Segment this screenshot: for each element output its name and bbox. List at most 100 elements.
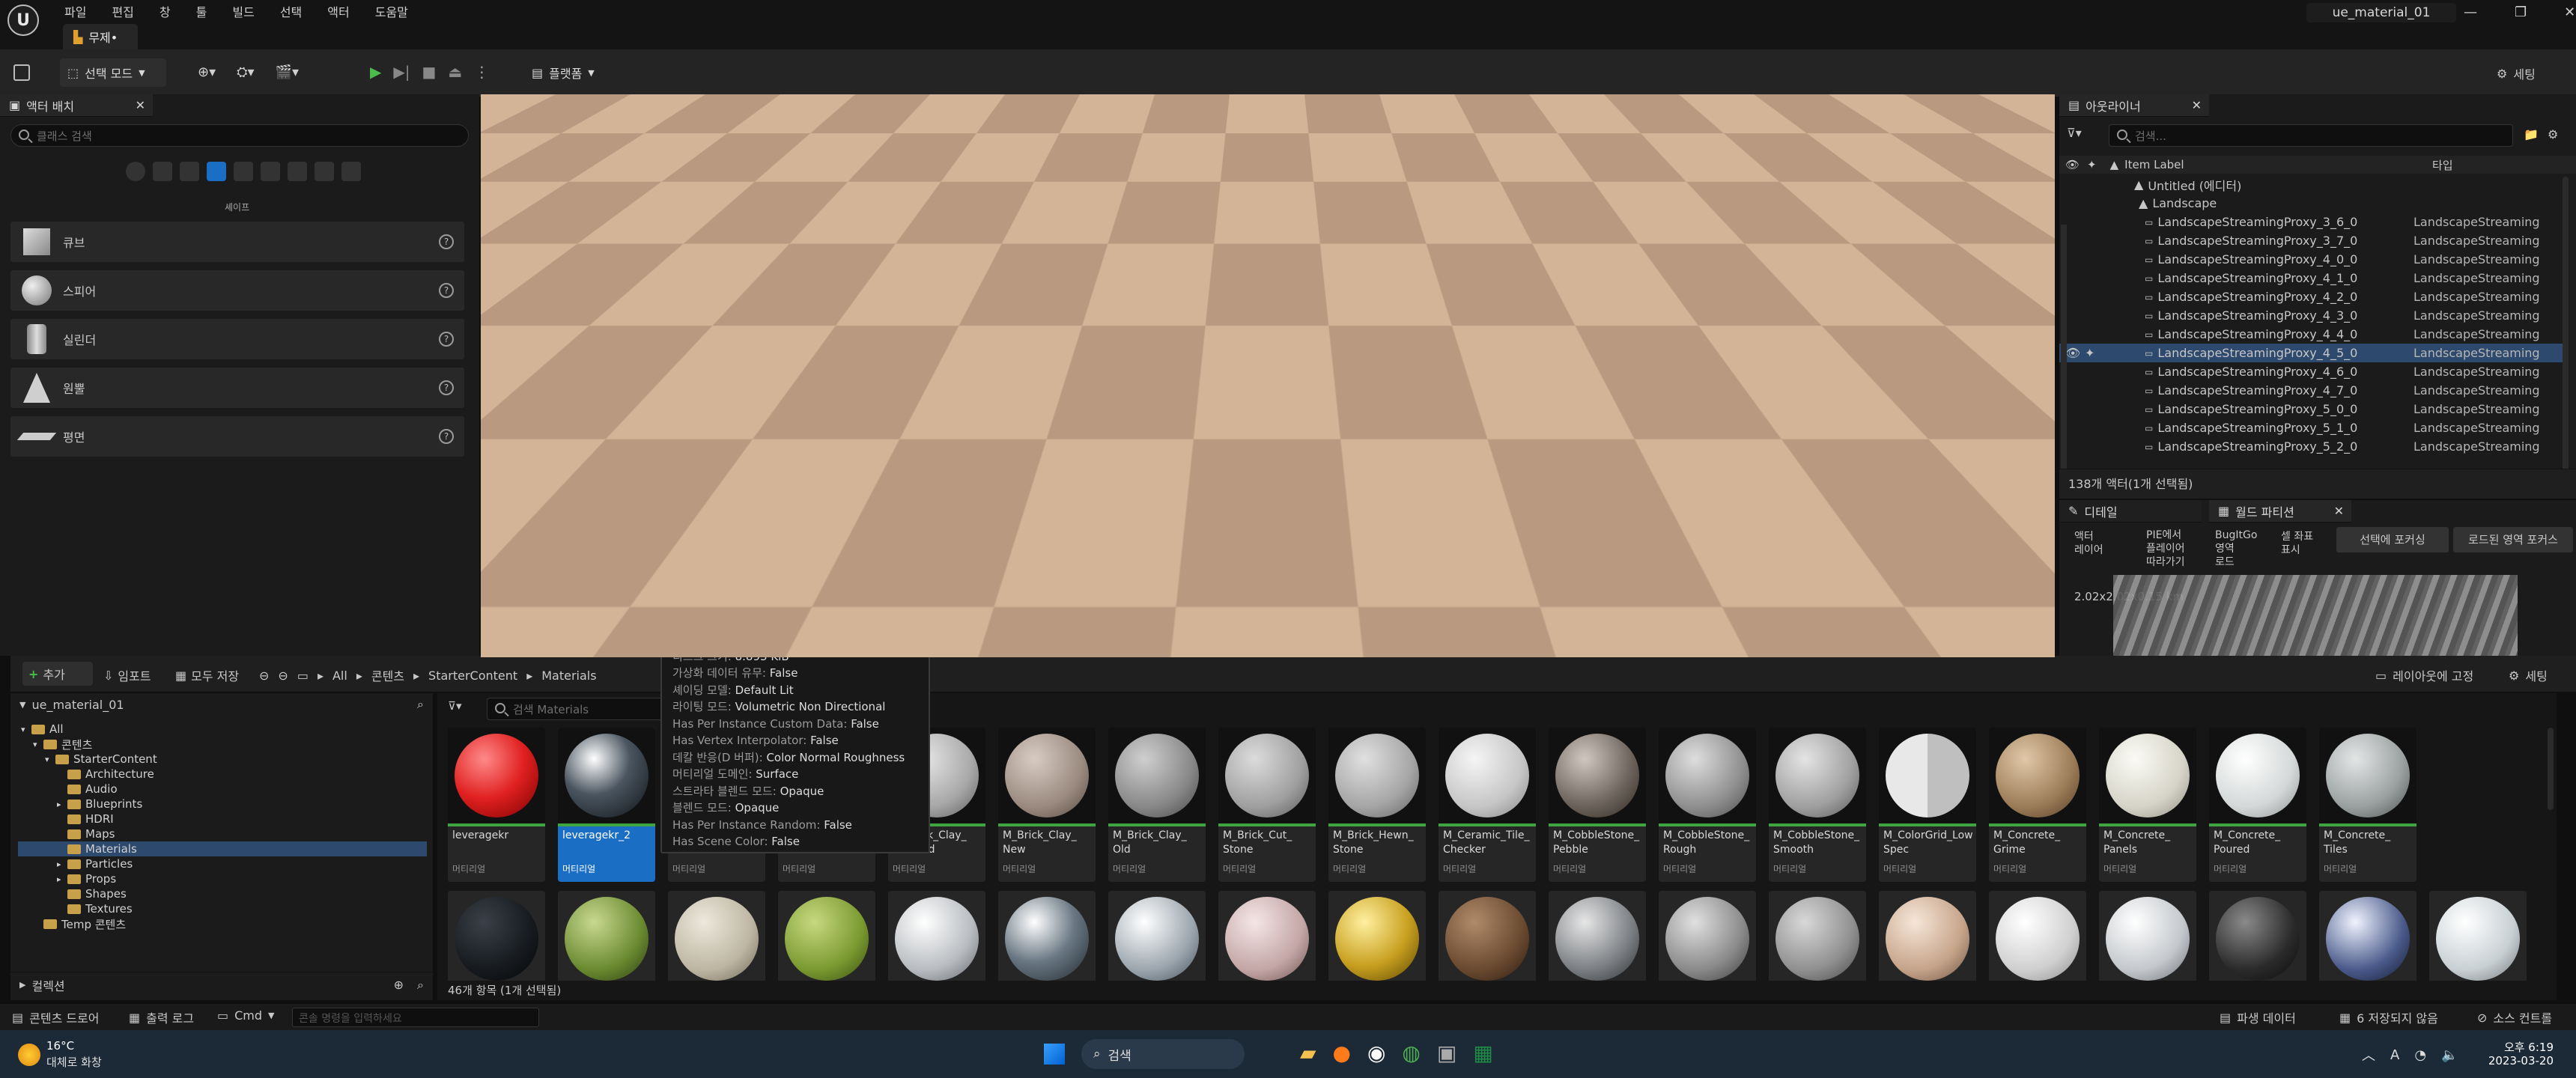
weather-icon[interactable] <box>18 1044 40 1066</box>
add-collection-icon[interactable]: ⊕ <box>394 978 404 992</box>
outliner-row[interactable]: ▭ LandscapeStreamingProxy_4_2_0 LandscapeS… <box>2059 287 2569 306</box>
shape-item-sphere[interactable]: 스피어 ? <box>10 270 464 311</box>
add-content-icon[interactable]: ⊕▾ <box>198 64 216 80</box>
select-mode-dropdown[interactable]: ⬚ 선택 모드 ▼ <box>60 58 166 87</box>
volume-icon[interactable]: 🔈 <box>2441 1047 2458 1063</box>
chevron-icon[interactable]: ▸ <box>57 874 67 884</box>
close-icon[interactable]: ✕ <box>136 98 145 112</box>
tray-overflow-icon[interactable]: ︿ <box>2362 1045 2375 1065</box>
source-control-button[interactable]: ⊘ 소스 컨트롤 <box>2477 1008 2552 1026</box>
actor-layer-toggle[interactable]: 액터 레이어 <box>2074 530 2122 557</box>
recent-icon[interactable] <box>126 162 145 181</box>
help-icon[interactable]: ? <box>439 332 454 347</box>
project-header[interactable]: ▼ ue_material_01 ⌕ <box>10 693 433 716</box>
chevron-icon[interactable]: ▸ <box>57 859 67 869</box>
asset-tile[interactable]: M_Ceramic_Tile_ Checker 머티리얼 <box>1439 728 1536 882</box>
asset-tile[interactable] <box>888 891 985 981</box>
filter-icon[interactable]: ⊽▾ <box>448 699 462 713</box>
collections-header[interactable]: ▶ 컬렉션 ⊕ ⌕ <box>10 972 433 997</box>
asset-tile[interactable] <box>1328 891 1426 981</box>
task-app-icon[interactable]: ▣ <box>1437 1041 1456 1065</box>
eject-icon[interactable]: ⏏ <box>448 63 462 81</box>
outliner-row[interactable]: ▭ LandscapeStreamingProxy_4_1_0 LandscapeS… <box>2059 269 2569 287</box>
outliner-row[interactable]: ▭ LandscapeStreamingProxy_4_7_0 LandscapeS… <box>2059 381 2569 400</box>
chevron-icon[interactable]: ▾ <box>45 755 55 764</box>
breadcrumb-all[interactable]: All <box>332 669 347 683</box>
asset-tile[interactable] <box>2319 891 2416 981</box>
all-classes-icon[interactable] <box>315 162 334 181</box>
chevron-icon[interactable]: ▸ <box>57 800 67 809</box>
type-header[interactable]: 타입 <box>2432 157 2453 173</box>
outliner-row[interactable]: ▭ LandscapeStreamingProxy_5_1_0 LandscapeS… <box>2059 418 2569 437</box>
asset-tile[interactable]: M_CobbleStone_ Rough 머티리얼 <box>1659 728 1756 882</box>
item-label-header[interactable]: Item Label <box>2124 158 2184 171</box>
scale-snap-icon[interactable]: ⤡ <box>1840 103 1854 116</box>
cinematic-icon[interactable] <box>234 162 253 181</box>
help-icon[interactable]: ? <box>439 429 454 444</box>
stop-icon[interactable]: ■ <box>422 63 437 81</box>
tree-folder[interactable]: Textures <box>18 901 427 916</box>
tree-folder[interactable]: Maps <box>18 826 427 841</box>
focus-loaded-region-button[interactable]: 로드된 영역 포커스 <box>2453 527 2573 552</box>
rotation-snap-value[interactable]: 10° <box>1808 103 1829 116</box>
chrome-icon[interactable]: ◍ <box>1402 1041 1420 1065</box>
focus-selection-button[interactable]: 선택에 포커싱 <box>2336 527 2449 552</box>
lights-icon[interactable] <box>180 162 199 181</box>
outliner-search-input[interactable]: 검색... <box>2109 124 2513 147</box>
asset-tile[interactable]: M_Brick_Hewn_ Stone 머티리얼 <box>1328 728 1426 882</box>
minimap[interactable] <box>2113 575 2518 657</box>
asset-tile[interactable]: leveragekr_2 머티리얼 <box>558 728 655 882</box>
translate-icon[interactable]: ✥ <box>1668 103 1683 116</box>
asset-tile[interactable]: M_CobbleStone_ Pebble 머티리얼 <box>1549 728 1646 882</box>
menu-item[interactable]: 창 <box>160 2 171 20</box>
follow-player-toggle[interactable]: PIE에서 플레이어 따라가기 <box>2146 529 2202 569</box>
tree-folder[interactable]: ▸ Props <box>18 871 427 886</box>
step-icon[interactable]: ▶| <box>393 63 410 81</box>
tree-folder[interactable]: ▾ StarterContent <box>18 752 427 767</box>
asset-scrollbar[interactable] <box>2548 728 2554 810</box>
outliner-row[interactable]: ▭ LandscapeStreamingProxy_5_2_0 LandscapeS… <box>2059 437 2569 456</box>
help-icon[interactable]: ? <box>439 380 454 395</box>
minimize-icon[interactable]: — <box>2464 4 2477 20</box>
firefox-icon[interactable]: ● <box>1333 1041 1351 1065</box>
close-icon[interactable]: ✕ <box>2192 98 2202 112</box>
asset-tile[interactable]: leveragekr 머티리얼 <box>448 728 545 882</box>
add-folder-icon[interactable]: 📁 <box>2524 127 2539 141</box>
breadcrumb-materials[interactable]: Materials <box>541 669 596 683</box>
back-icon[interactable]: ⊖ <box>259 669 269 683</box>
menu-item[interactable]: 편집 <box>112 2 133 20</box>
menu-item[interactable]: 파일 <box>64 2 86 20</box>
tree-folder[interactable]: HDRI <box>18 811 427 826</box>
close-icon[interactable]: ✕ <box>2334 504 2344 518</box>
menu-item[interactable]: 빌드 <box>232 2 254 20</box>
select-tool-icon[interactable]: ➤ <box>1655 103 1665 116</box>
geometry-icon[interactable] <box>341 162 361 181</box>
asset-tile[interactable] <box>1108 891 1206 981</box>
chevron-icon[interactable]: ▾ <box>33 740 43 749</box>
asset-tile[interactable] <box>998 891 1096 981</box>
chrome-cylinder-body[interactable] <box>1033 175 1408 564</box>
tree-folder[interactable]: Shapes <box>18 886 427 901</box>
grid-snap-value[interactable]: 10 <box>1764 103 1778 116</box>
play-options-icon[interactable]: ⋮ <box>474 63 489 81</box>
world-partition-tab[interactable]: ▦ 월드 파티션 ✕ <box>2209 500 2351 523</box>
breadcrumb-content[interactable]: 콘텐츠 <box>371 666 404 684</box>
asset-tile[interactable]: M_Concrete_ Poured 머티리얼 <box>2209 728 2306 882</box>
world-icon[interactable]: ⊕ <box>1722 103 1732 116</box>
help-icon[interactable]: ? <box>439 234 454 249</box>
gear-icon[interactable]: ⚙ <box>2548 127 2558 141</box>
unsaved-button[interactable]: ▦ 6 저장되지 않음 <box>2339 1008 2438 1026</box>
outliner-row[interactable]: ▭ LandscapeStreamingProxy_5_0_0 LandscapeS… <box>2059 400 2569 418</box>
platforms-dropdown[interactable]: ▤ 플랫폼 ▼ <box>524 58 608 87</box>
derived-data-button[interactable]: ▤ 파생 데이터 <box>2220 1008 2296 1026</box>
asset-tile[interactable] <box>2429 891 2527 981</box>
tree-folder[interactable]: ▸ Blueprints <box>18 797 427 811</box>
outliner-row[interactable]: 👁 ✦ ▭ LandscapeStreamingProxy_4_5_0 Landscap… <box>2059 344 2569 362</box>
close-icon[interactable]: ✕ <box>2564 4 2575 20</box>
folder-icon[interactable]: ▭ <box>297 669 309 683</box>
asset-tile[interactable] <box>1879 891 1976 981</box>
clock-date[interactable]: 2023-03-20 <box>2471 1054 2554 1068</box>
tree-folder[interactable]: Architecture <box>18 767 427 782</box>
tree-folder[interactable]: Temp 콘텐츠 <box>18 916 427 931</box>
viewport-menu-button[interactable]: ≡ <box>488 99 517 120</box>
